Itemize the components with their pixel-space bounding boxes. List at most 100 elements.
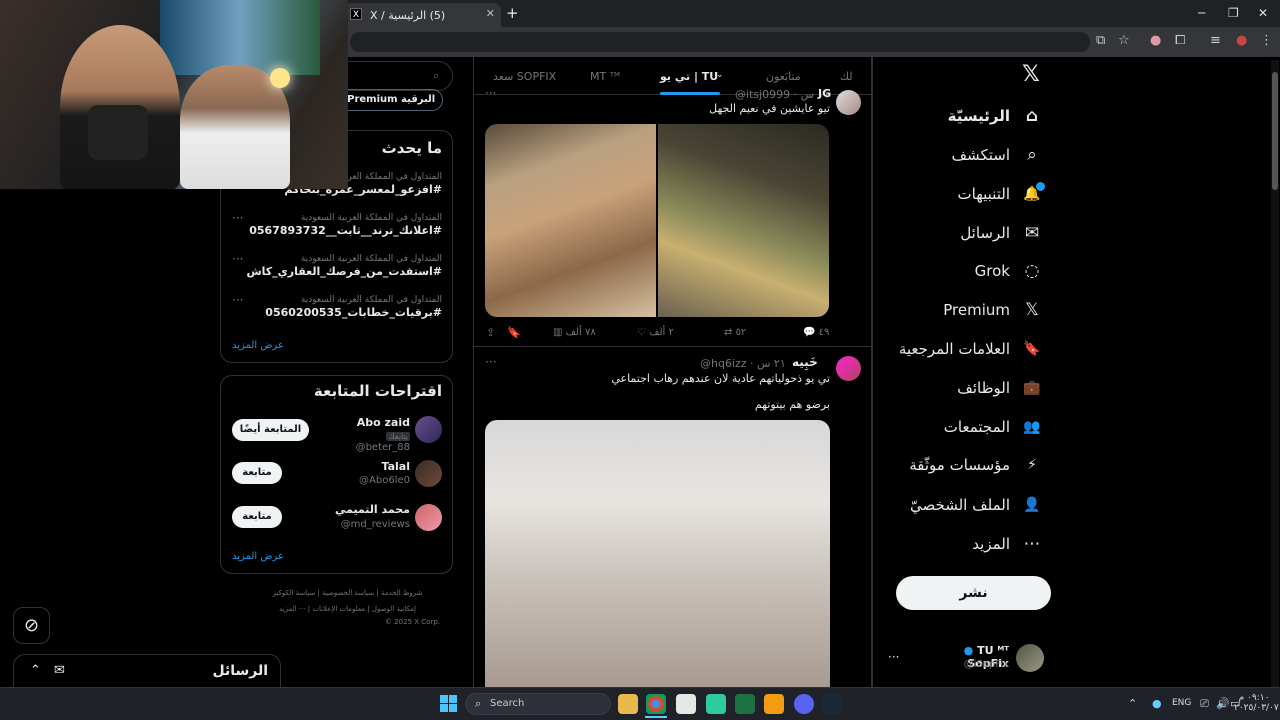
nav-more[interactable]: ⋯ المزيد bbox=[972, 529, 1042, 559]
follow-button[interactable]: متابعة bbox=[232, 462, 282, 484]
chrome-menu-icon[interactable]: ⋮ bbox=[1260, 33, 1273, 48]
tab-mt[interactable]: MT ᵀᴹ bbox=[590, 70, 620, 83]
store-icon[interactable] bbox=[676, 694, 696, 714]
nav-explore[interactable]: ⌕ استكشف bbox=[952, 140, 1042, 170]
scrollbar-thumb[interactable] bbox=[1272, 72, 1278, 190]
expand-icon[interactable]: ⌃ bbox=[30, 663, 41, 678]
trend-more-icon[interactable]: ··· bbox=[232, 252, 243, 266]
tweet-image[interactable] bbox=[485, 124, 656, 317]
taskbar-search[interactable]: ⌕ Search bbox=[465, 693, 611, 715]
x-logo-icon[interactable]: 𝕏 bbox=[1022, 62, 1040, 87]
extensions-puzzle-icon[interactable]: ⧠ bbox=[1175, 33, 1185, 48]
trend-more-icon[interactable]: ··· bbox=[232, 211, 243, 225]
avatar[interactable] bbox=[415, 460, 442, 487]
file-explorer-icon[interactable] bbox=[618, 694, 638, 714]
tweet-video[interactable] bbox=[485, 420, 830, 687]
bookmark-icon[interactable]: 🔖 bbox=[507, 326, 521, 339]
suggestion-name[interactable]: محمد التميمي bbox=[310, 503, 410, 516]
reading-list-icon[interactable]: ≡ bbox=[1210, 33, 1221, 48]
trend-name[interactable]: #اعلانك_ترند__ثابت__0567893732 bbox=[232, 224, 442, 237]
avatar[interactable] bbox=[836, 90, 861, 115]
verified-icon: ● bbox=[963, 644, 974, 657]
browser-tab[interactable]: X (5) الرئيسية / X ✕ bbox=[344, 3, 501, 27]
tweet-handle-time[interactable]: @hq6izz · ٢١ س bbox=[700, 357, 786, 370]
windows-start-icon[interactable] bbox=[440, 695, 457, 712]
nav-profile[interactable]: 👤 الملف الشخصيّ bbox=[910, 490, 1042, 520]
address-bar[interactable] bbox=[350, 32, 1090, 52]
tab-following[interactable]: متابَعون bbox=[766, 70, 801, 83]
volume-icon[interactable]: 🔊 bbox=[1216, 697, 1230, 710]
avatar[interactable] bbox=[415, 416, 442, 443]
trend-name[interactable]: #استفدت_من_فرصك_العقاري_كاش bbox=[232, 265, 442, 278]
account-more-icon[interactable]: ··· bbox=[888, 650, 899, 664]
tweet-more-icon[interactable]: ··· bbox=[485, 86, 496, 100]
mic-icon[interactable]: ● bbox=[1152, 697, 1162, 710]
tweet-image[interactable] bbox=[658, 124, 829, 317]
retweet-count[interactable]: ⇄ ٥٢ bbox=[724, 327, 746, 338]
extension-icon[interactable]: ● bbox=[1150, 33, 1161, 48]
app-icon[interactable] bbox=[764, 694, 784, 714]
view-count[interactable]: ▥ ٧٨ ألف bbox=[553, 327, 596, 338]
nav-communities[interactable]: 👥 المجتمعات bbox=[944, 412, 1042, 442]
account-switcher[interactable]: ··· ● TU ᴹᵀ SopFix @iSopFix bbox=[884, 644, 1049, 676]
tab-tu-list[interactable]: تي يو | TU bbox=[660, 70, 718, 83]
avatar[interactable] bbox=[836, 356, 861, 381]
chevron-down-icon[interactable]: ⌄ bbox=[716, 70, 724, 80]
grok-icon: ⊘ bbox=[23, 615, 40, 636]
chrome-icon[interactable] bbox=[646, 694, 666, 714]
discord-icon[interactable] bbox=[794, 694, 814, 714]
maximize-button[interactable]: ❐ bbox=[1228, 6, 1239, 20]
new-tab-button[interactable]: + bbox=[506, 4, 519, 22]
clock-date: ٢٠٢٥/٠٣/٠٧ bbox=[1234, 703, 1279, 713]
bookmark-star-icon[interactable]: ☆ bbox=[1118, 33, 1130, 48]
user-icon: 👤 bbox=[1023, 497, 1041, 513]
close-window-button[interactable]: ✕ bbox=[1258, 6, 1268, 20]
nav-premium[interactable]: 𝕏 Premium bbox=[943, 295, 1042, 325]
x-premium-icon: 𝕏 bbox=[1025, 300, 1039, 320]
like-count[interactable]: ♡ ٢ ألف bbox=[637, 327, 674, 338]
install-app-icon[interactable]: ⧉ bbox=[1096, 33, 1105, 48]
suggestion-handle: @md_reviews bbox=[340, 519, 410, 530]
trend-more-icon[interactable]: ··· bbox=[232, 293, 243, 307]
nav-notifications[interactable]: 🔔 التنبيهات bbox=[958, 179, 1042, 209]
follow-button[interactable]: متابعة bbox=[232, 506, 282, 528]
profile-avatar-icon[interactable]: ● bbox=[1236, 33, 1247, 48]
tray-overflow-icon[interactable]: ⌃ bbox=[1128, 697, 1137, 710]
trend-name[interactable]: #برقيات_خطابات_0560200535 bbox=[232, 306, 442, 319]
nav-jobs[interactable]: 💼 الوظائف bbox=[957, 373, 1042, 403]
reply-count[interactable]: 💬 ٤٩ bbox=[803, 327, 829, 338]
nav-verified-orgs[interactable]: ⚡ مؤسسات موثّقة bbox=[909, 450, 1042, 480]
footer-links[interactable]: إمكانية الوصول | معلومات الإعلانات | ···… bbox=[250, 605, 445, 613]
tweet-author[interactable]: JG bbox=[818, 87, 831, 100]
nav-messages[interactable]: ✉ الرسائل bbox=[960, 218, 1042, 248]
tab-sopfix[interactable]: سعد SOPFIX bbox=[493, 70, 556, 83]
avatar[interactable] bbox=[415, 504, 442, 531]
minimize-button[interactable]: ─ bbox=[1198, 6, 1205, 20]
nav-home[interactable]: ⌂ الرئيسيّة bbox=[948, 101, 1042, 131]
nav-bookmarks[interactable]: 🔖 العلامات المرجعية bbox=[899, 334, 1042, 364]
tweet-handle-time[interactable]: @itsj0999 · ١١ س bbox=[735, 88, 829, 101]
tab-for-you[interactable]: لك bbox=[840, 70, 853, 83]
suggestion-name[interactable]: Talal bbox=[330, 460, 410, 473]
follow-back-button[interactable]: المتابعة أيضًا bbox=[232, 419, 309, 441]
tweet-author[interactable]: خَبِيه bbox=[792, 355, 818, 369]
new-message-icon[interactable]: ✉ bbox=[54, 663, 65, 678]
steam-icon[interactable] bbox=[822, 694, 842, 714]
language-indicator[interactable]: ENG bbox=[1172, 698, 1191, 708]
excel-icon[interactable] bbox=[735, 694, 755, 714]
post-button[interactable]: نشر bbox=[896, 576, 1051, 610]
footer-links[interactable]: شروط الخدمة | سياسة الخصوصية | سياسة الك… bbox=[250, 589, 445, 597]
messages-drawer[interactable]: الرسائل ⌃ ✉ bbox=[13, 654, 281, 690]
tab-close-icon[interactable]: ✕ bbox=[486, 7, 495, 20]
mail-icon: ✉ bbox=[1024, 223, 1040, 243]
app-icon[interactable] bbox=[706, 694, 726, 714]
trends-show-more-link[interactable]: عرض المزيد bbox=[232, 340, 284, 351]
share-icon[interactable]: ⇪ bbox=[486, 326, 495, 339]
suggestion-name[interactable]: Abo zaid bbox=[330, 416, 410, 429]
clock[interactable]: ٠٩:١٠ م ٢٠٢٥/٠٣/٠٧ bbox=[1234, 693, 1279, 713]
grok-floating-button[interactable]: ⊘ bbox=[13, 607, 50, 644]
suggestions-show-more-link[interactable]: عرض المزيد bbox=[232, 551, 284, 562]
network-icon[interactable]: ⎚ bbox=[1200, 697, 1209, 711]
nav-grok[interactable]: ◌ Grok bbox=[975, 256, 1042, 286]
tweet-more-icon[interactable]: ··· bbox=[485, 355, 496, 369]
